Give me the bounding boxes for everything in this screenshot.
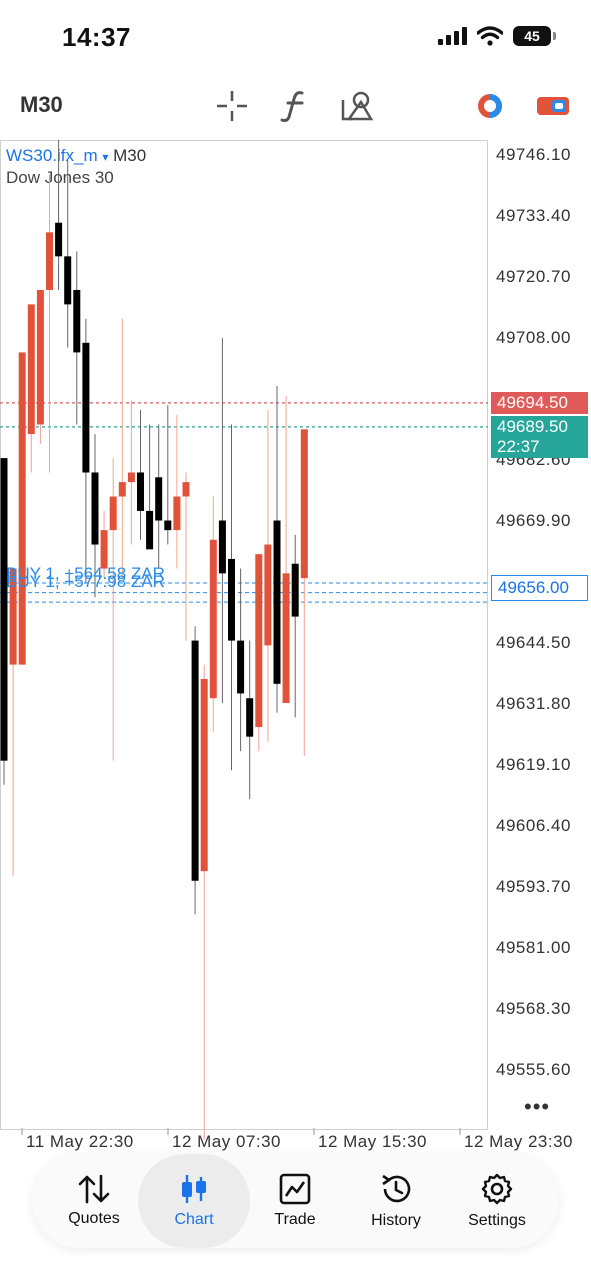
indicator-f-icon[interactable] bbox=[273, 84, 317, 128]
status-icons: 45 bbox=[437, 26, 556, 46]
price-tick: 49581.00 bbox=[496, 938, 571, 957]
price-tick: 49631.80 bbox=[496, 694, 571, 713]
candle-body bbox=[64, 256, 72, 305]
nav-label: Settings bbox=[468, 1212, 526, 1229]
candle-body bbox=[200, 679, 208, 872]
price-tick: 49619.10 bbox=[496, 755, 571, 774]
nav-settings[interactable]: Settings bbox=[445, 1154, 549, 1248]
nav-label: Trade bbox=[274, 1211, 316, 1228]
price-tick: 49720.70 bbox=[496, 267, 571, 286]
candle-body bbox=[228, 558, 235, 641]
nav-chart[interactable]: Chart bbox=[138, 1154, 250, 1248]
color-scheme-icon[interactable] bbox=[468, 84, 512, 128]
candle-body bbox=[82, 342, 90, 473]
timeframe-button[interactable]: M30 bbox=[20, 92, 63, 118]
candle-body bbox=[73, 289, 81, 353]
candle-body bbox=[55, 222, 63, 257]
bid-price: 49689.50 bbox=[497, 417, 568, 436]
candle-body bbox=[255, 554, 263, 728]
quotes-arrows-icon bbox=[78, 1174, 110, 1204]
candle-body bbox=[291, 563, 299, 617]
candle-body bbox=[27, 304, 35, 435]
chart-toolbar: M30 bbox=[0, 78, 591, 132]
status-time: 14:37 bbox=[62, 22, 131, 52]
more-icon[interactable]: ••• bbox=[524, 1094, 550, 1120]
candle-body bbox=[91, 472, 99, 545]
candle-body bbox=[127, 472, 135, 483]
candle-body bbox=[137, 472, 144, 511]
candle-body bbox=[109, 496, 117, 531]
candle-body bbox=[146, 510, 154, 550]
position-label[interactable]: BUY 1, +577.98 ZAR bbox=[6, 572, 165, 592]
candle-body bbox=[300, 429, 308, 579]
candle-body bbox=[182, 482, 190, 497]
candle-body bbox=[264, 544, 272, 646]
objects-icon[interactable] bbox=[335, 84, 379, 128]
candle-body bbox=[218, 520, 226, 574]
time-tick: 11 May 22:30 bbox=[26, 1132, 134, 1151]
price-tick: 49568.30 bbox=[496, 999, 571, 1018]
candle-body bbox=[0, 458, 8, 761]
candle-body bbox=[46, 232, 53, 290]
candle-body bbox=[282, 573, 290, 704]
price-tick: 49606.40 bbox=[496, 816, 571, 835]
switch-icon[interactable] bbox=[531, 84, 575, 128]
candle-body bbox=[118, 482, 126, 497]
bottom-nav: Quotes Chart Trade History Settings bbox=[32, 1154, 559, 1248]
candle-body bbox=[209, 539, 217, 699]
history-icon bbox=[382, 1174, 411, 1203]
signal-icon bbox=[438, 27, 467, 45]
nav-label: Chart bbox=[174, 1211, 214, 1228]
crosshair-icon[interactable] bbox=[210, 84, 254, 128]
nav-label: Quotes bbox=[68, 1210, 120, 1227]
candles-icon bbox=[182, 1175, 206, 1203]
candle-body bbox=[18, 352, 26, 665]
price-tick: 49708.00 bbox=[496, 328, 571, 347]
position-price-tag[interactable]: 49656.00 bbox=[491, 575, 588, 601]
price-tick: 49555.60 bbox=[496, 1060, 571, 1079]
price-tick: 49593.70 bbox=[496, 877, 571, 896]
bar-timer: 22:37 bbox=[497, 437, 540, 456]
candle-body bbox=[191, 640, 199, 881]
candle-body bbox=[36, 289, 44, 425]
ask-price-tag: 49694.50 bbox=[491, 392, 588, 414]
time-tick: 12 May 23:30 bbox=[464, 1132, 574, 1151]
time-tick: 12 May 07:30 bbox=[172, 1132, 282, 1151]
wifi-icon bbox=[477, 26, 503, 46]
candle-body bbox=[100, 530, 108, 569]
price-tick: 49733.40 bbox=[496, 206, 571, 225]
battery-icon: 45 bbox=[513, 26, 556, 46]
candle-body bbox=[173, 496, 181, 531]
price-tick: 49746.10 bbox=[496, 145, 571, 164]
bid-price-tag: 49689.50 22:37 bbox=[491, 416, 588, 458]
candle-body bbox=[237, 640, 245, 694]
candle-body bbox=[155, 477, 163, 521]
candle-body bbox=[246, 698, 254, 737]
price-tick: 49644.50 bbox=[496, 633, 571, 652]
candle-body bbox=[164, 520, 172, 531]
nav-quotes[interactable]: Quotes bbox=[42, 1154, 146, 1248]
candle-body bbox=[273, 520, 281, 684]
nav-label: History bbox=[371, 1212, 421, 1229]
status-bar: 14:37 45 bbox=[0, 0, 591, 70]
nav-history[interactable]: History bbox=[344, 1154, 448, 1248]
time-tick: 12 May 15:30 bbox=[318, 1132, 428, 1151]
nav-trade[interactable]: Trade bbox=[243, 1154, 347, 1248]
gear-icon bbox=[481, 1173, 513, 1205]
price-tick: 49669.90 bbox=[496, 511, 571, 530]
trade-chart-icon bbox=[279, 1173, 311, 1205]
